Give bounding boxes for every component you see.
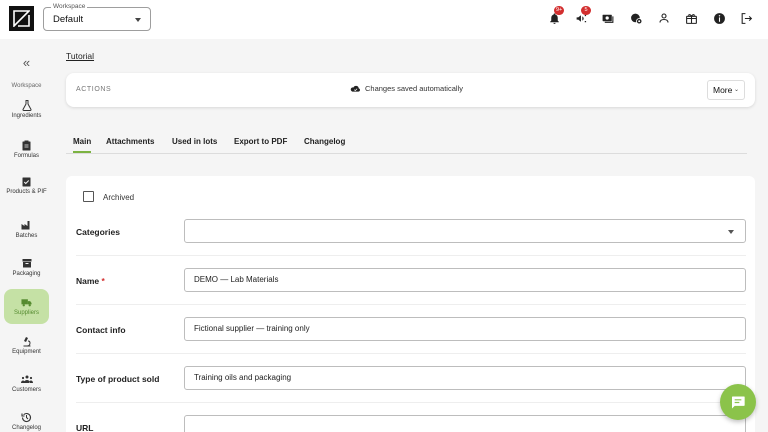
sidebar-item-label: Changelog <box>11 425 42 431</box>
sidebar-item-label: Customers <box>11 387 41 393</box>
caret-down-icon <box>728 230 734 234</box>
caret-down-icon <box>135 18 141 22</box>
sidebar-item-suppliers[interactable]: Suppliers <box>4 289 49 324</box>
sidebar-item-label: Ingredients <box>11 113 42 119</box>
product-type-label: Type of product sold <box>76 374 160 384</box>
archived-checkbox[interactable] <box>83 191 94 202</box>
announcements-button[interactable]: 5 <box>573 6 591 26</box>
sidebar-item-label: Batches <box>15 233 38 239</box>
globe-gear-icon <box>630 13 642 24</box>
gift-icon <box>685 13 697 24</box>
global-settings-button[interactable] <box>628 10 644 26</box>
sidebar-item-changelog[interactable]: Changelog <box>4 411 49 432</box>
flask-icon <box>21 99 33 111</box>
notifications-button[interactable]: 9+ <box>546 6 565 26</box>
cloud-check-icon <box>350 85 360 92</box>
tab-bar: Main Attachments Used in lots Export to … <box>66 135 747 154</box>
info-button[interactable] <box>711 10 727 26</box>
workspace-select[interactable]: Workspace Default <box>43 2 151 31</box>
url-label: URL <box>76 423 94 432</box>
sidebar-item-equipment[interactable]: Equipment <box>4 335 49 356</box>
sidebar-item-label: Packaging <box>12 271 41 277</box>
logout-button[interactable] <box>738 10 754 26</box>
more-label: More <box>713 85 733 95</box>
sidebar-item-products[interactable]: Products & PIF <box>4 175 49 196</box>
product-type-field[interactable]: Training oils and packaging <box>184 366 746 390</box>
chevron-down-icon: ⌄ <box>733 87 739 93</box>
check-clipboard-icon <box>21 175 33 187</box>
factory-icon <box>21 219 33 231</box>
categories-select[interactable] <box>184 219 746 243</box>
sidebar-item-label: Formulas <box>13 153 39 159</box>
notifications-badge: 9+ <box>554 6 565 15</box>
name-field[interactable]: DEMO — Lab Materials <box>184 268 746 292</box>
tab-used-in-lots[interactable]: Used in lots <box>172 137 217 146</box>
contact-info-label: Contact info <box>76 325 126 335</box>
workspace-legend: Workspace <box>51 2 88 12</box>
workspace-value: Default <box>53 14 84 25</box>
tab-attachments[interactable]: Attachments <box>106 137 154 146</box>
info-icon <box>713 12 725 24</box>
sidebar-item-label: Products & PIF <box>6 189 47 195</box>
sidebar-item-ingredients[interactable]: Ingredients <box>4 99 49 120</box>
divider <box>76 402 746 403</box>
divider <box>76 255 746 256</box>
gift-button[interactable] <box>683 10 699 26</box>
logout-icon <box>741 12 752 24</box>
supplier-form: Archived Categories Name * DEMO — Lab Ma… <box>66 176 755 432</box>
divider <box>76 304 746 305</box>
autosave-status: Changes saved automatically <box>350 84 463 93</box>
chat-button[interactable] <box>720 384 756 420</box>
name-label: Name * <box>76 276 105 286</box>
announcements-badge: 5 <box>581 6 591 15</box>
billing-button[interactable] <box>600 10 616 26</box>
main-content: Tutorial ACTIONS Changes saved automatic… <box>53 39 768 432</box>
sidebar-item-batches[interactable]: Batches <box>4 219 49 240</box>
truck-icon <box>21 296 33 308</box>
profile-button[interactable] <box>656 10 672 26</box>
sidebar: « Workspace Ingredients Formulas Product… <box>0 39 53 432</box>
sidebar-section-label: Workspace <box>11 83 42 89</box>
more-button[interactable]: More ⌄ <box>707 80 745 100</box>
sidebar-item-packaging[interactable]: Packaging <box>4 257 49 278</box>
app-logo[interactable] <box>9 6 34 31</box>
collapse-sidebar-button[interactable]: « <box>0 55 53 70</box>
tab-changelog[interactable]: Changelog <box>304 137 345 146</box>
box-icon <box>21 257 33 269</box>
user-icon <box>659 13 669 23</box>
autosave-text: Changes saved automatically <box>365 84 463 93</box>
people-icon <box>20 373 33 385</box>
actions-card: ACTIONS Changes saved automatically More… <box>66 73 755 107</box>
sidebar-item-customers[interactable]: Customers <box>4 373 49 394</box>
categories-label: Categories <box>76 227 120 237</box>
actions-label: ACTIONS <box>76 86 112 93</box>
tab-main[interactable]: Main <box>73 137 92 153</box>
clipboard-icon <box>21 139 33 151</box>
url-field[interactable] <box>184 415 746 432</box>
microscope-icon <box>21 335 33 347</box>
chat-icon <box>732 396 745 408</box>
required-marker: * <box>101 276 105 286</box>
sidebar-item-formulas[interactable]: Formulas <box>4 139 49 160</box>
money-icon <box>602 14 614 23</box>
sidebar-item-label: Suppliers <box>13 310 39 316</box>
history-icon <box>21 411 33 423</box>
tab-export-to-pdf[interactable]: Export to PDF <box>234 137 287 146</box>
archived-label: Archived <box>103 193 135 202</box>
contact-info-field[interactable]: Fictional supplier — training only <box>184 317 746 341</box>
top-bar: Workspace Default 9+ 5 <box>0 0 768 39</box>
divider <box>76 353 746 354</box>
breadcrumb-link[interactable]: Tutorial <box>66 51 94 61</box>
double-chevron-left-icon: « <box>22 55 31 70</box>
sidebar-item-label: Equipment <box>12 349 41 355</box>
